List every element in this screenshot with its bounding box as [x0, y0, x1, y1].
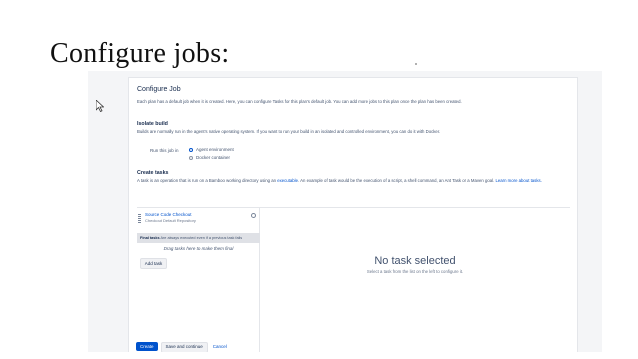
slide: { "slide": { "title": "Configure jobs:" …	[0, 0, 638, 359]
learn-more-link[interactable]: Learn more about tasks.	[495, 178, 541, 183]
empty-state-title: No task selected	[374, 255, 456, 267]
task-editor: Source Code Checkout Checkout Default Re…	[137, 207, 570, 352]
footer-actions: Create Save and continue Cancel	[136, 342, 232, 352]
add-task-button[interactable]: Add task	[140, 258, 167, 269]
slide-title: Configure jobs:	[50, 38, 230, 69]
cancel-link[interactable]: Cancel	[211, 342, 229, 351]
isolate-desc: Builds are normally run in the agent's n…	[137, 129, 441, 134]
radio-agent-environment[interactable]: Agent environment	[189, 147, 234, 152]
final-tasks-bar: Final tasks Are always executed even if …	[137, 233, 260, 243]
executable-link[interactable]: executable	[277, 178, 298, 183]
empty-state-subtitle: Select a task from the list on the left …	[366, 269, 464, 274]
create-tasks-heading: Create tasks	[137, 170, 169, 176]
drag-hint: Drag tasks here to make them final	[163, 246, 234, 251]
tasks-desc: A task is an operation that is run on a …	[137, 178, 567, 184]
final-tasks-desc: Are always executed even if a previous t…	[160, 236, 243, 240]
task-name: Source Code Checkout	[145, 212, 192, 217]
radio-docker-container[interactable]: Docker container	[189, 155, 230, 160]
radio-docker-label: Docker container	[196, 155, 231, 160]
save-continue-button[interactable]: Save and continue	[160, 342, 208, 352]
radio-agent-label: Agent environment	[196, 147, 234, 152]
configure-job-panel: Configure Job Each plan has a default jo…	[128, 77, 578, 352]
run-job-label: Run this job in	[150, 148, 179, 153]
intro-text: Each plan has a default job when it is c…	[137, 99, 462, 104]
isolate-heading: Isolate build	[137, 121, 168, 127]
decorative-dot	[415, 63, 417, 65]
final-tasks-label: Final tasks	[140, 236, 160, 240]
page-title: Configure Job	[137, 86, 181, 93]
create-button[interactable]: Create	[136, 342, 158, 351]
radio-checked-icon[interactable]	[189, 147, 193, 152]
screenshot-frame: Configure Job Each plan has a default jo…	[88, 71, 602, 352]
radio-unchecked-icon[interactable]	[189, 155, 193, 160]
run-job-label-text: Run this job in	[150, 148, 179, 153]
task-list: Source Code Checkout Checkout Default Re…	[137, 208, 260, 352]
tasks-desc-text-2: . An example of task would be the execut…	[298, 178, 495, 183]
task-subtitle: Checkout Default Repository	[145, 218, 196, 223]
drag-handle-icon[interactable]	[138, 214, 141, 223]
mouse-cursor-icon	[96, 100, 104, 112]
task-disable-icon[interactable]	[251, 213, 256, 218]
task-list-item[interactable]: Source Code Checkout Checkout Default Re…	[137, 210, 260, 229]
tasks-desc-text: A task is an operation that is run on a …	[137, 178, 277, 183]
